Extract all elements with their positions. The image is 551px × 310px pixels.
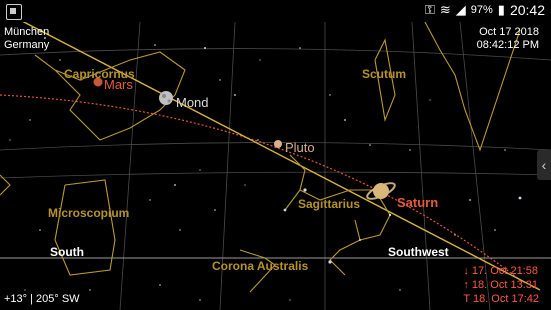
date-display: Oct 17 2018 (479, 26, 539, 38)
location-city: München (4, 26, 50, 38)
direction-southwest: Southwest (388, 245, 449, 259)
pluto-marker[interactable] (274, 140, 282, 148)
battery-icon: ▮ (497, 2, 505, 17)
status-icons: ⚿ ≋ ◢ 97% ▮ 20:42 (425, 2, 545, 18)
status-bar: ⚿ ≋ ◢ 97% ▮ 20:42 (0, 0, 551, 22)
saturn-rise-time: ↑ 18. Oct 13:31 (463, 279, 538, 291)
label-moon: Mond (176, 95, 209, 110)
saturn-transit-time: T 18. Oct 17:42 (463, 293, 539, 305)
signal-icon: ◢ (455, 2, 466, 17)
image-icon (6, 4, 22, 20)
label-saturn: Saturn (397, 195, 438, 210)
status-clock: 20:42 (509, 2, 545, 18)
chevron-left-icon[interactable]: ‹ (537, 150, 551, 180)
saturn-marker[interactable] (365, 180, 396, 202)
moon-marker[interactable] (159, 91, 173, 105)
label-pluto: Pluto (285, 140, 315, 155)
saturn-set-time: ↓ 17. Oct 21:58 (463, 265, 538, 277)
label-corona-australis: Corona Australis (212, 259, 309, 273)
saturn-rise-set-panel: ↓ 17. Oct 21:58 ↑ 18. Oct 13:31 T 18. Oc… (463, 264, 539, 306)
location-info[interactable]: München Germany (4, 26, 49, 52)
time-display: 08:42:12 PM (476, 39, 539, 51)
label-microscopium: Microscopium (48, 206, 129, 220)
direction-south: South (50, 245, 84, 259)
view-direction-readout: +13° | 205° SW (4, 293, 80, 305)
wifi-icon: ≋ (439, 2, 451, 17)
label-mars: Mars (104, 77, 133, 92)
battery-percent: 97% (470, 4, 493, 16)
label-sagittarius: Sagittarius (298, 197, 360, 211)
label-scutum: Scutum (362, 67, 406, 81)
saturn-track-line (19, 19, 541, 291)
location-country: Germany (4, 39, 50, 51)
datetime-info[interactable]: Oct 17 2018 08:42:12 PM (477, 26, 539, 52)
key-icon: ⚿ (424, 2, 435, 17)
